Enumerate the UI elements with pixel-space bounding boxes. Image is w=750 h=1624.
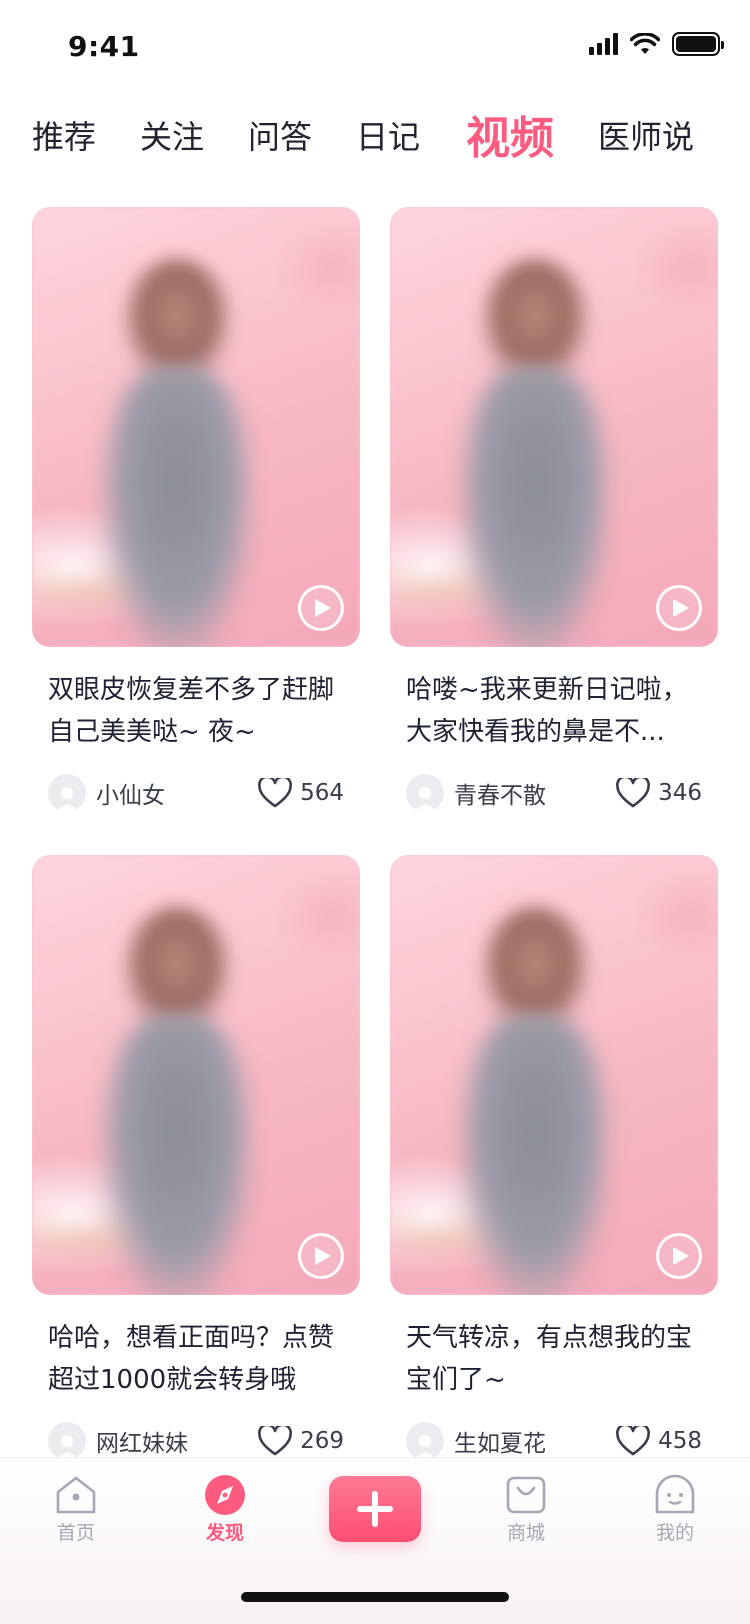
tab-diary[interactable]: 日记 (356, 112, 420, 158)
video-thumbnail[interactable] (390, 855, 718, 1295)
video-thumbnail[interactable] (390, 207, 718, 647)
video-card[interactable]: 哈喽~我来更新日记啦，大家快看我的鼻是不... 青春不散 346 (390, 207, 718, 813)
like-count: 269 (300, 1428, 344, 1454)
wifi-icon (630, 33, 660, 54)
author-name[interactable]: 网红妹妹 (96, 1424, 188, 1458)
play-icon[interactable] (298, 585, 344, 631)
card-meta: 小仙女 564 (48, 773, 344, 813)
like-button[interactable]: 564 (258, 773, 344, 813)
cellular-signal-icon (589, 33, 618, 55)
nav-home[interactable]: 首页 (31, 1474, 121, 1545)
like-button[interactable]: 458 (616, 1421, 702, 1461)
like-count: 564 (300, 780, 344, 806)
heart-icon (258, 778, 293, 808)
avatar[interactable] (406, 774, 444, 812)
tab-recommend[interactable]: 推荐 (32, 112, 96, 158)
video-thumbnail[interactable] (32, 855, 360, 1295)
nav-profile[interactable]: 我的 (630, 1474, 720, 1545)
card-meta: 网红妹妹 269 (48, 1421, 344, 1461)
play-icon[interactable] (656, 585, 702, 631)
heart-icon (258, 1426, 293, 1456)
nav-mall[interactable]: 商城 (481, 1474, 571, 1545)
plus-icon (357, 1491, 393, 1527)
video-card[interactable]: 天气转凉，有点想我的宝宝们了~ 生如夏花 458 (390, 855, 718, 1461)
card-meta: 生如夏花 458 (406, 1421, 702, 1461)
like-count: 346 (658, 780, 702, 806)
add-post-button[interactable] (329, 1476, 421, 1542)
nav-discover[interactable]: 发现 (180, 1474, 270, 1545)
nav-discover-label: 发现 (205, 1522, 244, 1544)
author-name[interactable]: 生如夏花 (454, 1424, 546, 1458)
compass-icon (205, 1475, 245, 1515)
tab-video[interactable]: 视频 (466, 102, 554, 166)
author-name[interactable]: 青春不散 (454, 776, 546, 810)
tab-follow[interactable]: 关注 (140, 112, 204, 158)
avatar[interactable] (48, 774, 86, 812)
play-icon[interactable] (298, 1233, 344, 1279)
home-icon (56, 1476, 96, 1514)
heart-icon (616, 778, 651, 808)
card-title[interactable]: 天气转凉，有点想我的宝宝们了~ (406, 1317, 702, 1401)
battery-icon (672, 32, 724, 56)
tab-qa[interactable]: 问答 (248, 112, 312, 158)
tab-doctor-says[interactable]: 医师说 (598, 112, 694, 158)
avatar[interactable] (406, 1422, 444, 1460)
status-bar: 9:41 (0, 0, 750, 88)
like-button[interactable]: 346 (616, 773, 702, 813)
video-card[interactable]: 双眼皮恢复差不多了赶脚自己美美哒~ 夜~ 小仙女 564 (32, 207, 360, 813)
heart-icon (616, 1426, 651, 1456)
card-title[interactable]: 哈喽~我来更新日记啦，大家快看我的鼻是不... (406, 669, 702, 753)
card-title[interactable]: 哈哈，想看正面吗？点赞超过1000就会转身哦 (48, 1317, 344, 1401)
like-count: 458 (658, 1428, 702, 1454)
play-icon[interactable] (656, 1233, 702, 1279)
home-indicator[interactable] (241, 1592, 509, 1602)
smiley-icon (655, 1474, 695, 1514)
nav-home-label: 首页 (56, 1522, 95, 1544)
status-icons (589, 32, 724, 56)
nav-mall-label: 商城 (506, 1522, 545, 1544)
card-title[interactable]: 双眼皮恢复差不多了赶脚自己美美哒~ 夜~ (48, 669, 344, 753)
category-tabs: 推荐 关注 问答 日记 视频 医师说 (0, 100, 750, 180)
status-time: 9:41 (68, 30, 140, 63)
nav-profile-label: 我的 (655, 1522, 694, 1544)
author-name[interactable]: 小仙女 (96, 776, 165, 810)
card-meta: 青春不散 346 (406, 773, 702, 813)
shopping-bag-icon (506, 1476, 546, 1514)
like-button[interactable]: 269 (258, 1421, 344, 1461)
video-thumbnail[interactable] (32, 207, 360, 647)
avatar[interactable] (48, 1422, 86, 1460)
video-card[interactable]: 哈哈，想看正面吗？点赞超过1000就会转身哦 网红妹妹 269 (32, 855, 360, 1461)
